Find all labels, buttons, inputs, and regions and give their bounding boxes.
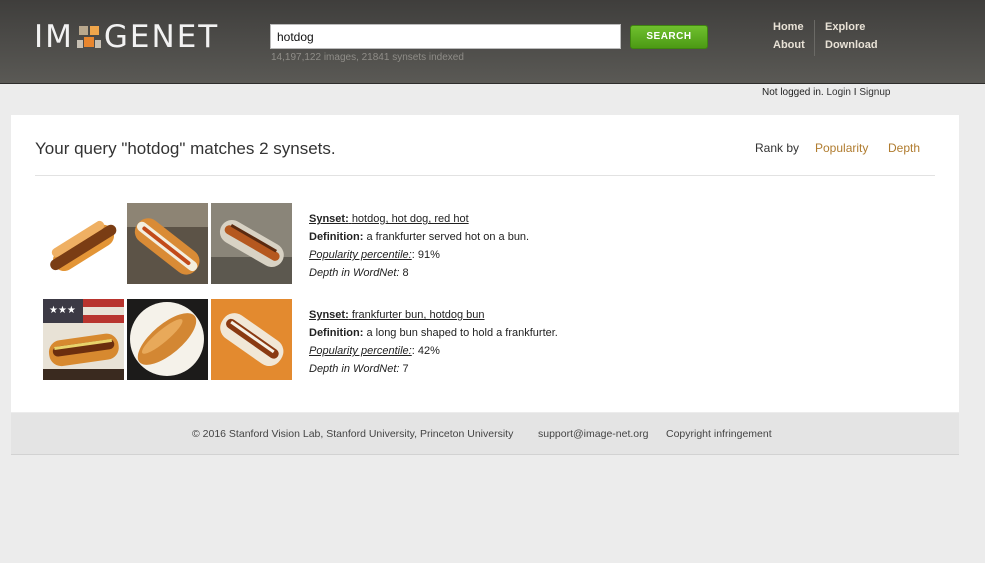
login-separator: I bbox=[853, 87, 857, 98]
depth-line: Depth in WordNet: 8 bbox=[309, 267, 409, 279]
popularity-link[interactable]: Popularity percentile: bbox=[309, 345, 412, 357]
logo-text-left: IM bbox=[34, 19, 74, 55]
definition-line: Definition: a frankfurter served hot on … bbox=[309, 231, 530, 243]
synset-line[interactable]: Synset: hotdog, hot dog, red hot bbox=[309, 210, 529, 228]
nav-explore[interactable]: Explore bbox=[825, 21, 865, 33]
site-footer: © 2016 Stanford Vision Lab, Stanford Uni… bbox=[11, 413, 959, 455]
synset-result: Synset: hotdog, hot dog, red hot Definit… bbox=[43, 203, 643, 284]
nav-divider bbox=[814, 20, 815, 56]
rank-by-label: Rank by bbox=[755, 141, 800, 155]
definition-line: Definition: a long bun shaped to hold a … bbox=[309, 327, 558, 339]
footer-support-link[interactable]: support@image-net.org bbox=[538, 428, 648, 440]
site-header: IM GENET SEARCH 14,197,122 images, 21841… bbox=[0, 0, 985, 84]
search-input[interactable] bbox=[270, 24, 621, 49]
popularity-link[interactable]: Popularity percentile: bbox=[309, 249, 412, 261]
nav-download[interactable]: Download bbox=[825, 39, 878, 51]
footer-copyright-infringement-link[interactable]: Copyright infringement bbox=[666, 428, 772, 440]
footer-copyright: © 2016 Stanford Vision Lab, Stanford Uni… bbox=[192, 428, 514, 440]
imagenet-logo[interactable]: IM GENET bbox=[34, 19, 220, 55]
results-panel: Your query "hotdog" matches 2 synsets. R… bbox=[11, 115, 959, 412]
synset-line[interactable]: Synset: frankfurter bun, hotdog bun bbox=[309, 306, 558, 324]
nav-home[interactable]: Home bbox=[773, 21, 804, 33]
page-title: Your query "hotdog" matches 2 synsets. bbox=[35, 139, 336, 158]
depth-value: 7 bbox=[402, 363, 409, 375]
index-info: 14,197,122 images, 21841 synsets indexed bbox=[271, 52, 464, 63]
depth-value: 8 bbox=[402, 267, 409, 279]
synset-thumbnail[interactable] bbox=[211, 203, 292, 284]
rank-popularity-link[interactable]: Popularity bbox=[815, 141, 868, 155]
login-status-text: Not logged in. bbox=[762, 87, 824, 98]
synset-thumbnail[interactable] bbox=[43, 203, 124, 284]
synset-result: ★★★ Synset: frankfurter bun, hotdog bun … bbox=[43, 299, 643, 380]
logo-text-right: GENET bbox=[103, 19, 220, 55]
rank-depth-link[interactable]: Depth bbox=[888, 141, 920, 155]
synset-thumbnail[interactable] bbox=[127, 203, 208, 284]
search-button[interactable]: SEARCH bbox=[630, 25, 708, 49]
depth-line: Depth in WordNet: 7 bbox=[309, 363, 409, 375]
popularity-value: 42% bbox=[417, 345, 440, 357]
synset-thumbnail[interactable] bbox=[211, 299, 292, 380]
login-link[interactable]: Login bbox=[827, 87, 851, 98]
synset-name[interactable]: frankfurter bun, hotdog bun bbox=[352, 309, 485, 321]
popularity-value: 91% bbox=[417, 249, 440, 261]
popularity-line: Popularity percentile:: 42% bbox=[309, 345, 440, 357]
login-status: Not logged in. Login I Signup bbox=[762, 87, 890, 98]
svg-text:★★★: ★★★ bbox=[49, 305, 76, 316]
synset-info: Synset: hotdog, hot dog, red hot Definit… bbox=[309, 210, 529, 282]
synset-thumbnail[interactable] bbox=[127, 299, 208, 380]
synset-info: Synset: frankfurter bun, hotdog bun Defi… bbox=[309, 306, 558, 378]
title-divider bbox=[35, 175, 935, 176]
synset-thumbnail[interactable]: ★★★ bbox=[43, 299, 124, 380]
nav-about[interactable]: About bbox=[773, 39, 805, 51]
signup-link[interactable]: Signup bbox=[859, 87, 890, 98]
popularity-line: Popularity percentile:: 91% bbox=[309, 249, 440, 261]
logo-icon bbox=[76, 22, 101, 52]
synset-name[interactable]: hotdog, hot dog, red hot bbox=[352, 213, 469, 225]
